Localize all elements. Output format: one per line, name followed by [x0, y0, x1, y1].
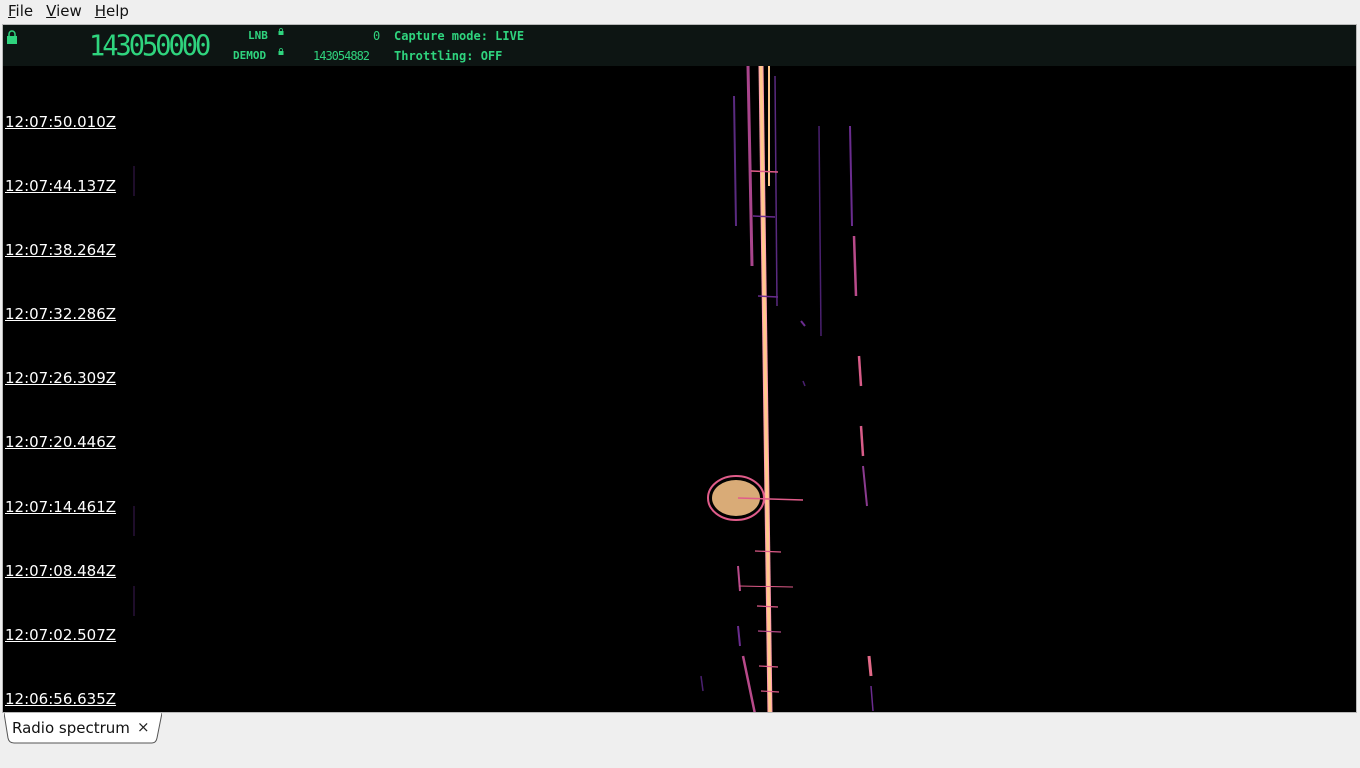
lnb-frequency[interactable]: 0 — [373, 29, 380, 43]
menubar: File View Help — [0, 0, 1360, 22]
tab-bar: Radio spectrum × — [0, 713, 1360, 768]
timestamp-label: 12:07:08.484Z — [5, 562, 117, 580]
timestamp-label: 12:07:14.461Z — [5, 498, 117, 516]
tab-label: Radio spectrum — [12, 719, 130, 737]
timestamp-label: 12:07:44.137Z — [5, 177, 117, 195]
demod-frequency[interactable]: 143054882 — [313, 49, 370, 63]
timestamp-label: 12:07:02.507Z — [5, 626, 117, 644]
timestamp-label: 12:07:20.446Z — [5, 433, 117, 451]
waterfall-spectrogram[interactable] — [3, 66, 1356, 713]
frequency-header: 143050000 LNB 0 DEMOD 143054882 Capture … — [3, 25, 1356, 66]
menu-file[interactable]: File — [3, 2, 38, 20]
menu-view-label: iew — [56, 2, 82, 20]
demod-lock-icon[interactable] — [278, 48, 284, 55]
throttling-status: Throttling: OFF — [394, 49, 503, 63]
menu-view[interactable]: View — [41, 2, 87, 20]
timestamp-label: 12:07:26.309Z — [5, 369, 117, 387]
lnb-lock-icon[interactable] — [278, 28, 284, 35]
demod-label: DEMOD — [233, 49, 267, 62]
lnb-label: LNB — [248, 29, 268, 42]
timestamp-label: 12:06:56.635Z — [5, 690, 117, 708]
capture-mode-status: Capture mode: LIVE — [394, 29, 525, 43]
timestamp-column: 12:07:50.010Z 12:07:44.137Z 12:07:38.264… — [3, 25, 133, 712]
menu-help[interactable]: Help — [90, 2, 134, 20]
waterfall-panel[interactable]: 143050000 LNB 0 DEMOD 143054882 Capture … — [2, 24, 1357, 713]
menu-file-label: ile — [15, 2, 34, 20]
menu-help-label: elp — [106, 2, 129, 20]
timestamp-label: 12:07:38.264Z — [5, 241, 117, 259]
menu-file-mnemonic: F — [8, 2, 16, 20]
menu-help-mnemonic: H — [94, 2, 107, 20]
menu-view-mnemonic: V — [46, 2, 57, 20]
tab-radio-spectrum[interactable]: Radio spectrum × — [4, 713, 162, 744]
timestamp-label: 12:07:50.010Z — [5, 113, 117, 131]
timestamp-label: 12:07:32.286Z — [5, 305, 117, 323]
tab-close-icon[interactable]: × — [137, 718, 150, 736]
